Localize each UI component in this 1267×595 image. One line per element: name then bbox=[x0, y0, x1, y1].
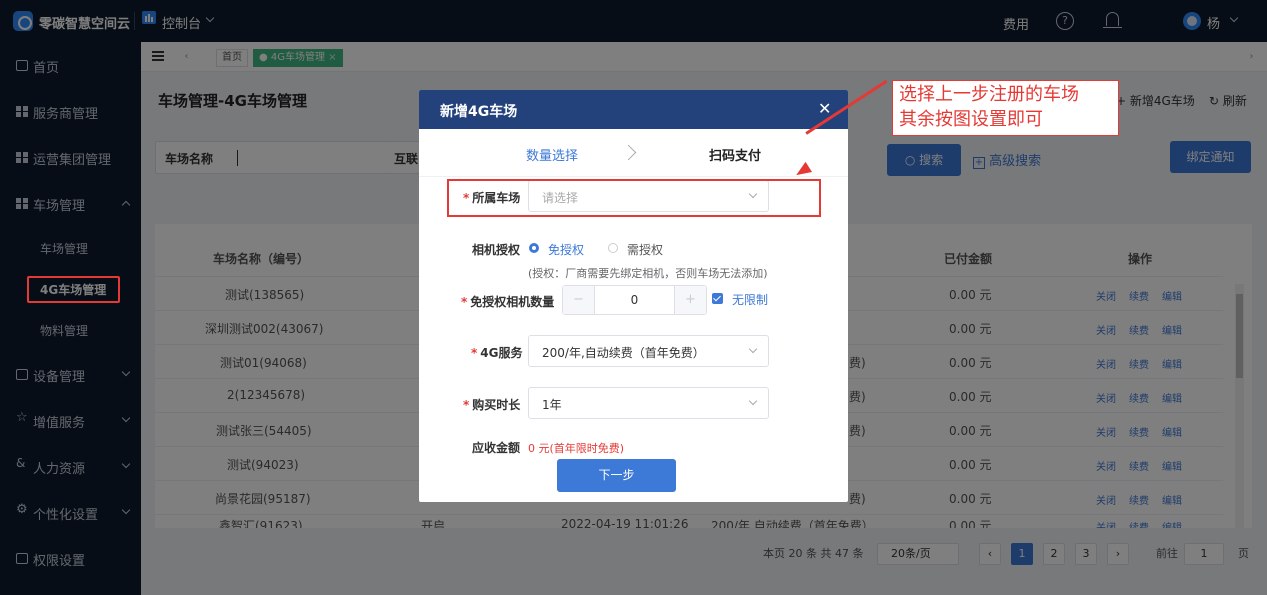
service-label: * 4G服务 bbox=[471, 346, 523, 360]
select-value: 200/年,自动续费（首年免费） bbox=[542, 346, 705, 360]
step-indicator: 数量选择 扫码支付 bbox=[419, 129, 848, 177]
next-step-button[interactable]: 下一步 bbox=[557, 459, 676, 492]
unlimited-checkbox[interactable] bbox=[712, 293, 723, 304]
dialog-title: 新增4G车场 bbox=[440, 104, 518, 120]
radio-no-auth-label[interactable]: 免授权 bbox=[548, 241, 584, 258]
note-line: 选择上一步注册的车场 bbox=[899, 84, 1079, 105]
radio-need-auth-label[interactable]: 需授权 bbox=[627, 241, 663, 258]
unlimited-label[interactable]: 无限制 bbox=[732, 291, 768, 308]
increment-button[interactable]: + bbox=[674, 286, 706, 314]
stepper-value[interactable]: 0 bbox=[595, 293, 674, 307]
camera-count-label: * 免授权相机数量 bbox=[461, 295, 555, 309]
chevron-down-icon bbox=[748, 396, 758, 406]
duration-label: * 购买时长 bbox=[463, 398, 521, 412]
chevron-right-icon bbox=[620, 144, 637, 161]
radio-no-auth[interactable] bbox=[529, 243, 539, 253]
step-payment[interactable]: 扫码支付 bbox=[709, 145, 761, 164]
annotation-note: 选择上一步注册的车场 其余按图设置即可 bbox=[892, 80, 1119, 136]
duration-select[interactable]: 1年 bbox=[528, 387, 769, 419]
label-text: 购买时长 bbox=[472, 398, 521, 412]
highlight-box bbox=[27, 276, 120, 303]
amount-label: 应收金额 bbox=[472, 441, 521, 455]
highlight-box bbox=[447, 179, 821, 217]
step-quantity[interactable]: 数量选择 bbox=[526, 145, 578, 164]
auth-hint: (授权：厂商需要先绑定相机，否则车场无法添加) bbox=[528, 267, 768, 280]
camera-count-stepper[interactable]: − 0 + bbox=[562, 285, 707, 315]
radio-need-auth[interactable] bbox=[608, 243, 618, 253]
amount-value: 0 元(首年限时免费) bbox=[528, 442, 625, 455]
select-value: 1年 bbox=[542, 398, 562, 412]
decrement-button[interactable]: − bbox=[563, 286, 595, 314]
label-text: 免授权相机数量 bbox=[470, 295, 555, 309]
add-4g-parking-dialog: 新增4G车场 ✕ 数量选择 扫码支付 * 所属车场 请选择 相机授权 免授权 需授… bbox=[419, 90, 848, 502]
note-line: 其余按图设置即可 bbox=[899, 109, 1043, 130]
service-select[interactable]: 200/年,自动续费（首年免费） bbox=[528, 335, 769, 367]
label-text: 4G服务 bbox=[480, 346, 523, 360]
camera-auth-label: 相机授权 bbox=[472, 243, 521, 257]
dialog-header: 新增4G车场 ✕ bbox=[419, 90, 848, 129]
chevron-down-icon bbox=[748, 344, 758, 354]
